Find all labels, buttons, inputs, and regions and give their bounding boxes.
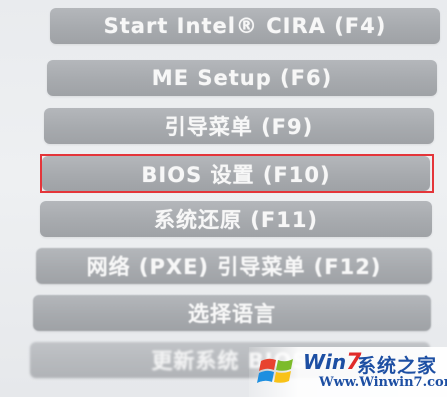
menu-item-start-intel-cira[interactable]: Start Intel® CIRA (F4) bbox=[50, 8, 440, 44]
menu-item-bios-setup[interactable]: BIOS 设置 (F10) bbox=[42, 156, 430, 191]
menu-item-boot-menu[interactable]: 引导菜单 (F9) bbox=[44, 108, 434, 144]
menu-item-select-language[interactable]: 选择语言 bbox=[33, 295, 431, 331]
menu-item-system-recovery[interactable]: 系统还原 (F11) bbox=[40, 201, 432, 237]
watermark: Win7 系统之家 Www.Winwin7.com bbox=[249, 347, 447, 397]
watermark-url: Www.Winwin7.com bbox=[319, 375, 447, 390]
watermark-brand-cn: 系统之家 bbox=[357, 355, 438, 377]
bios-boot-menu-screen: Start Intel® CIRA (F4) ME Setup (F6) 引导菜… bbox=[0, 0, 447, 397]
menu-item-me-setup[interactable]: ME Setup (F6) bbox=[47, 60, 437, 96]
menu-item-network-boot-menu[interactable]: 网络 (PXE) 引导菜单 (F12) bbox=[36, 248, 432, 284]
windows-logo-icon bbox=[257, 358, 293, 383]
watermark-brand: Win7 bbox=[303, 350, 362, 375]
